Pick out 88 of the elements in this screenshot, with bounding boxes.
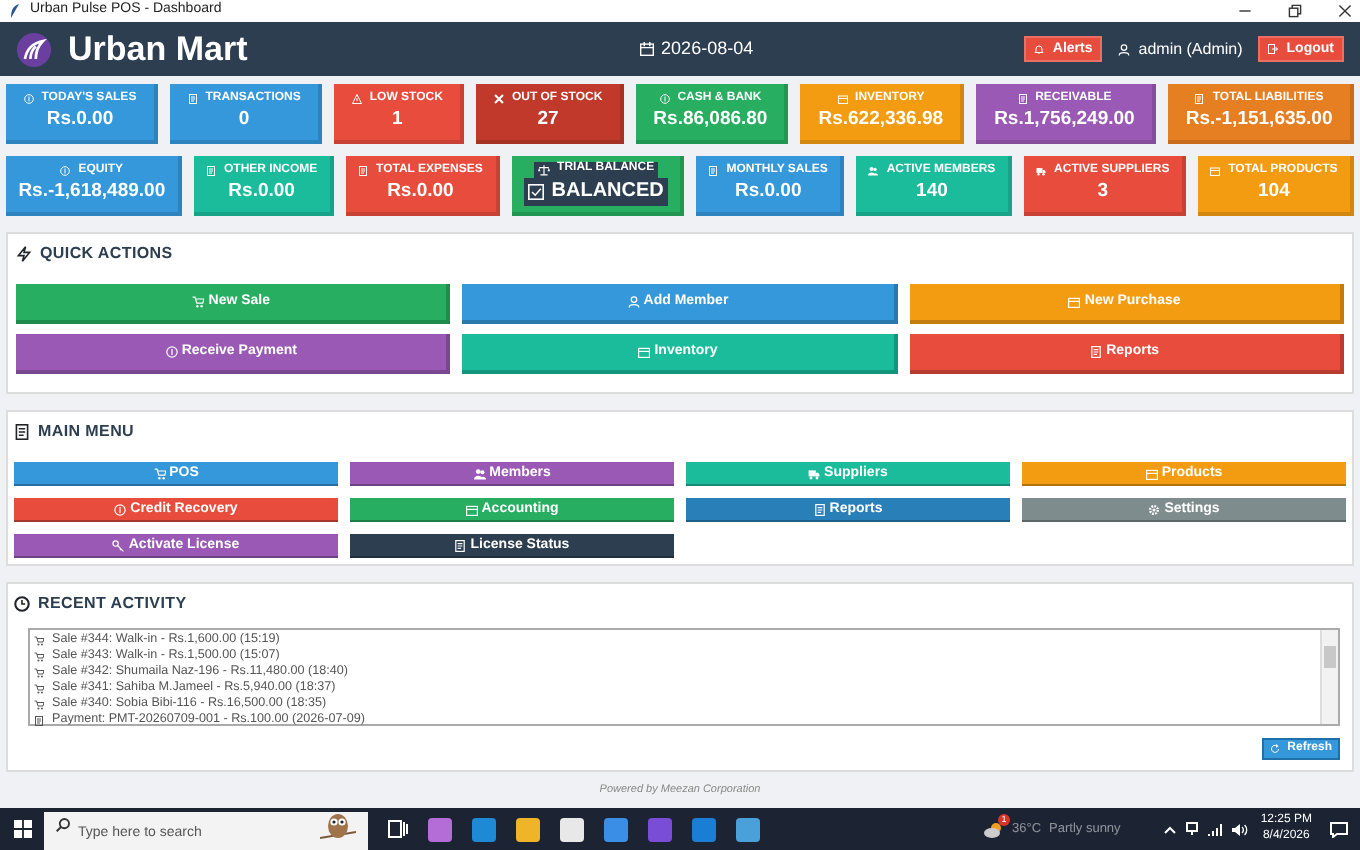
document-icon — [358, 165, 369, 176]
stat-value: Rs.1,756,249.00 — [994, 105, 1135, 133]
header-date: 2026-08-04 — [661, 35, 754, 62]
people-icon — [473, 467, 486, 479]
stat-value: Rs.622,336.98 — [818, 105, 944, 133]
box-icon — [1145, 467, 1158, 479]
stat-value: Rs.86,086.80 — [653, 105, 768, 133]
box-icon — [638, 346, 651, 358]
document-icon — [813, 503, 826, 515]
cart-icon — [34, 699, 44, 709]
coin-icon — [60, 165, 71, 176]
lightning-icon — [16, 246, 32, 262]
cart-icon — [34, 635, 44, 645]
chevron-up-icon[interactable] — [1164, 825, 1177, 833]
key-icon — [112, 539, 125, 551]
task-view-icon[interactable] — [388, 820, 408, 838]
document-icon — [454, 539, 467, 551]
stat-value: 140 — [916, 177, 948, 205]
coin-icon — [23, 93, 34, 104]
document-icon — [34, 715, 44, 725]
search-icon — [56, 818, 70, 832]
restore-icon[interactable] — [1288, 4, 1302, 18]
document-icon — [708, 165, 719, 176]
stat-value: Rs.0.00 — [387, 177, 454, 205]
coin-icon — [114, 503, 127, 515]
box-icon — [1210, 165, 1221, 176]
section-title: MAIN MENU — [38, 420, 135, 444]
app-icon[interactable] — [560, 817, 584, 841]
check-icon — [527, 183, 544, 200]
app-icon[interactable] — [736, 817, 760, 841]
coin-icon — [659, 93, 670, 104]
document-icon — [205, 165, 216, 176]
truck-icon — [808, 467, 821, 479]
box-icon — [837, 93, 848, 104]
stat-value: 0 — [238, 105, 250, 133]
box-icon — [465, 503, 478, 515]
box-icon — [1068, 296, 1081, 308]
section-title: RECENT ACTIVITY — [38, 592, 187, 616]
clock-icon — [14, 596, 30, 612]
wifi-icon[interactable] — [1208, 823, 1223, 835]
stat-value: Rs.0.00 — [734, 177, 802, 205]
cart-icon — [34, 667, 44, 677]
scrollbar[interactable] — [1320, 630, 1338, 724]
notification-icon[interactable] — [1330, 821, 1348, 837]
stat-value: 3 — [1097, 177, 1109, 205]
warning-icon — [351, 93, 362, 104]
coin-icon — [165, 346, 178, 358]
document-icon — [187, 93, 198, 104]
cart-icon — [34, 651, 44, 661]
stat-status: BALANCED — [523, 177, 668, 206]
windows-logo-icon[interactable] — [13, 820, 31, 838]
stat-value: 1 — [392, 105, 403, 133]
people-icon — [868, 165, 879, 176]
cart-icon — [34, 683, 44, 693]
user-icon — [627, 296, 640, 308]
document-icon — [14, 424, 30, 440]
user-name: admin (Admin) — [1138, 37, 1243, 61]
cross-icon — [493, 93, 504, 104]
gear-icon — [1148, 503, 1161, 515]
speaker-icon[interactable] — [1232, 823, 1249, 835]
stat-value: Rs.0.00 — [228, 177, 295, 205]
exit-icon — [1268, 44, 1279, 54]
stat-value: 104 — [1258, 177, 1290, 205]
stat-value: Rs.0.00 — [46, 105, 114, 133]
stat-value: Rs.-1,151,635.00 — [1185, 105, 1333, 133]
refresh-icon — [1269, 744, 1280, 755]
close-icon[interactable] — [1338, 4, 1352, 18]
document-icon — [1194, 93, 1205, 104]
document-icon — [1017, 93, 1028, 104]
cloud-sun-icon — [984, 821, 1004, 837]
stat-value: Rs.-1,618,489.00 — [18, 177, 166, 205]
app-icon[interactable] — [516, 817, 540, 841]
scale-icon — [537, 164, 550, 176]
feather-icon — [8, 4, 22, 18]
user-icon — [1118, 43, 1131, 55]
section-title: QUICK ACTIONS — [40, 242, 173, 266]
owl-drawing — [320, 810, 356, 842]
stat-value: 27 — [537, 105, 559, 133]
document-icon — [1090, 346, 1103, 358]
bell-icon — [1034, 44, 1045, 54]
calendar-icon — [639, 42, 654, 56]
truck-icon — [1036, 165, 1047, 176]
minimize-icon[interactable] — [1238, 4, 1252, 18]
network-icon[interactable] — [1186, 822, 1199, 836]
app-name: Urban Mart — [68, 27, 248, 72]
logo-icon — [16, 31, 52, 67]
cart-icon — [153, 467, 166, 479]
cart-icon — [192, 296, 205, 308]
